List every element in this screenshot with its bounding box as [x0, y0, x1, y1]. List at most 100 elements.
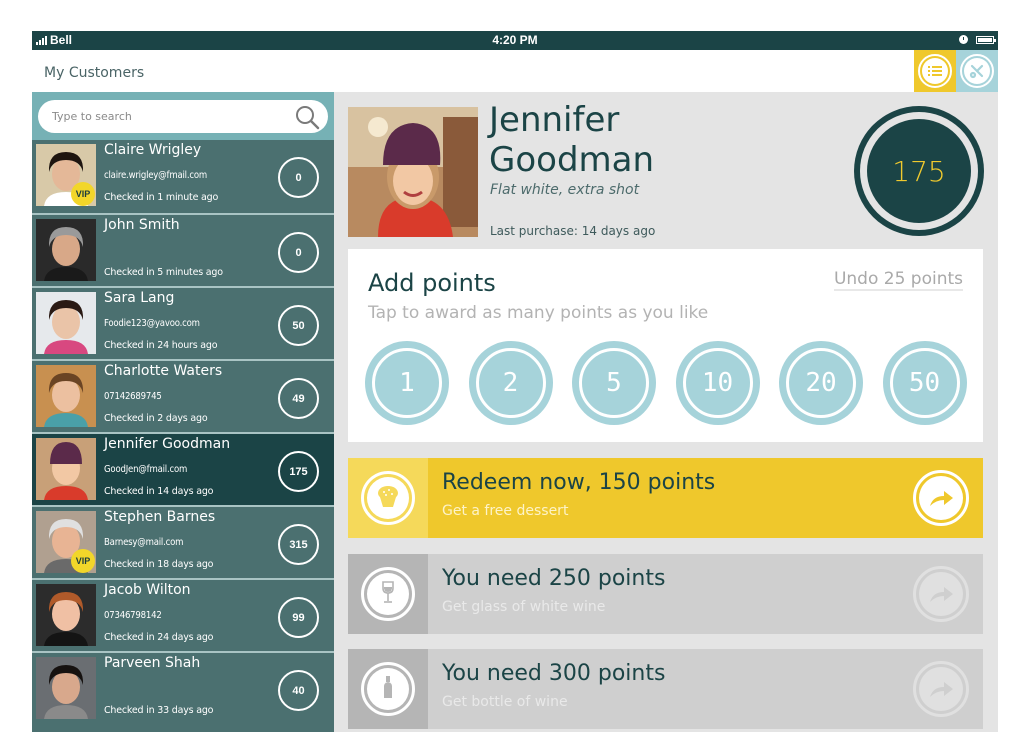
forward-arrow-icon	[930, 491, 953, 506]
redeem-button[interactable]	[913, 661, 969, 717]
customer-item-contact: 07142689745	[104, 391, 162, 402]
vip-badge: VIP	[71, 549, 95, 573]
customer-item-contact: GoodJen@fmail.com	[104, 464, 188, 475]
customer-item-name: Jacob Wilton	[104, 582, 191, 598]
points-total-value: 175	[867, 119, 971, 223]
add-points-value: 5	[579, 348, 649, 418]
tools-icon	[969, 64, 984, 79]
reward-title: Redeem now, 150 points	[442, 470, 716, 495]
settings-tools-button[interactable]	[956, 50, 998, 92]
redeem-button[interactable]	[913, 566, 969, 622]
status-bar: Bell 4:20 PM	[32, 31, 998, 50]
search-field[interactable]	[38, 100, 328, 133]
customer-list-item[interactable]: Parveen Shah Checked in 33 days ago 40	[32, 651, 334, 724]
customer-sidebar: VIP Claire Wrigley claire.wrigley@fmail.…	[32, 92, 334, 732]
redeem-button[interactable]	[913, 470, 969, 526]
customer-first-name: Jennifer	[489, 100, 620, 140]
customer-avatar	[36, 657, 96, 719]
customer-detail: Jennifer Goodman Flat white, extra shot …	[334, 92, 998, 732]
customer-item-contact: 07346798142	[104, 610, 162, 621]
last-purchase: Last purchase: 14 days ago	[490, 224, 656, 238]
customer-item-checkin: Checked in 5 minutes ago	[104, 267, 223, 278]
customer-item-checkin: Checked in 2 days ago	[104, 413, 208, 424]
add-points-button[interactable]: 5	[572, 341, 656, 425]
customer-avatar	[36, 584, 96, 646]
add-points-title: Add points	[368, 269, 496, 297]
customer-item-checkin: Checked in 24 days ago	[104, 632, 214, 643]
undo-points-link[interactable]: Undo 25 points	[833, 269, 963, 291]
points-total-badge: 175	[854, 106, 984, 236]
list-icon	[928, 66, 942, 76]
add-points-value: 10	[682, 348, 753, 418]
customer-item-name: Sara Lang	[104, 290, 175, 306]
list-view-button[interactable]	[914, 50, 956, 92]
add-points-button[interactable]: 1	[365, 341, 449, 425]
add-points-value: 1	[372, 348, 442, 418]
customer-item-points: 175	[278, 451, 319, 492]
vip-badge: VIP	[71, 182, 95, 206]
reward-item[interactable]: You need 250 points Get glass of white w…	[348, 554, 983, 634]
customer-avatar	[36, 365, 96, 427]
customer-list-item[interactable]: John Smith Checked in 5 minutes ago 0	[32, 213, 334, 286]
cupcake-icon	[375, 483, 401, 513]
forward-arrow-icon	[930, 587, 953, 602]
customer-item-name: Jennifer Goodman	[104, 436, 231, 452]
customer-item-name: Charlotte Waters	[104, 363, 223, 379]
wine-bottle-icon	[375, 674, 401, 704]
customer-item-points: 49	[278, 378, 319, 419]
add-points-button[interactable]: 20	[779, 341, 863, 425]
reward-subtitle: Get a free dessert	[442, 503, 569, 519]
app-screen: Bell 4:20 PM My Customers Type to search…	[32, 31, 998, 732]
customer-item-points: 0	[278, 232, 319, 273]
search-bar	[32, 92, 334, 140]
add-points-card: Add points Tap to award as many points a…	[348, 249, 983, 442]
customer-item-contact: claire.wrigley@fmail.com	[104, 170, 207, 181]
wine-glass-icon	[375, 579, 401, 609]
add-points-subtitle: Tap to award as many points as you like	[368, 303, 709, 323]
profile-photo	[348, 107, 478, 237]
customer-item-contact: Barnesy@mail.com	[104, 537, 184, 548]
reward-subtitle: Get bottle of wine	[442, 694, 568, 710]
profile-avatar-image	[348, 107, 478, 237]
search-input[interactable]	[52, 110, 282, 123]
customer-list-item[interactable]: VIP Claire Wrigley claire.wrigley@fmail.…	[32, 140, 334, 213]
customer-item-points: 40	[278, 670, 319, 711]
customer-item-checkin: Checked in 18 days ago	[104, 559, 214, 570]
customer-item-checkin: Checked in 14 days ago	[104, 486, 214, 497]
page-title: My Customers	[44, 65, 145, 81]
add-points-value: 50	[889, 348, 960, 418]
customer-item-checkin: Checked in 1 minute ago	[104, 192, 219, 203]
reward-item[interactable]: Redeem now, 150 points Get a free desser…	[348, 458, 983, 538]
customer-item-points: 50	[278, 305, 319, 346]
customer-item-points: 0	[278, 157, 319, 198]
customer-last-name: Goodman	[489, 140, 655, 180]
search-icon[interactable]	[294, 104, 320, 130]
customer-list-item[interactable]: Sara Lang Foodie123@yavoo.com Checked in…	[32, 286, 334, 359]
customer-item-contact: Foodie123@yavoo.com	[104, 318, 200, 329]
add-points-button[interactable]: 50	[882, 341, 967, 425]
customer-list-item[interactable]: Jacob Wilton 07346798142 Checked in 24 d…	[32, 578, 334, 651]
customer-item-name: Parveen Shah	[104, 655, 201, 671]
add-points-button[interactable]: 10	[675, 341, 760, 425]
customer-list-item[interactable]: Jennifer Goodman GoodJen@fmail.com Check…	[32, 432, 334, 505]
customer-item-name: John Smith	[104, 217, 180, 233]
battery-icon	[976, 35, 996, 44]
customer-avatar	[36, 438, 96, 500]
app-header: My Customers	[32, 50, 998, 92]
reward-subtitle: Get glass of white wine	[442, 599, 606, 615]
forward-arrow-icon	[930, 682, 953, 697]
customer-item-checkin: Checked in 33 days ago	[104, 705, 214, 716]
customer-avatar	[36, 219, 96, 281]
customer-item-name: Claire Wrigley	[104, 142, 202, 158]
add-points-button[interactable]: 2	[468, 341, 553, 425]
customer-list-item[interactable]: VIP Stephen Barnes Barnesy@mail.com Chec…	[32, 505, 334, 578]
add-points-value: 2	[475, 348, 546, 418]
reward-title: You need 300 points	[442, 661, 666, 686]
customer-item-points: 99	[278, 597, 319, 638]
customer-name: Jennifer Goodman	[489, 100, 749, 180]
customer-list-item[interactable]: Charlotte Waters 07142689745 Checked in …	[32, 359, 334, 432]
reward-item[interactable]: You need 300 points Get bottle of wine	[348, 649, 983, 729]
customer-item-name: Stephen Barnes	[104, 509, 216, 525]
customer-list: VIP Claire Wrigley claire.wrigley@fmail.…	[32, 140, 334, 724]
customer-item-points: 315	[278, 524, 319, 565]
